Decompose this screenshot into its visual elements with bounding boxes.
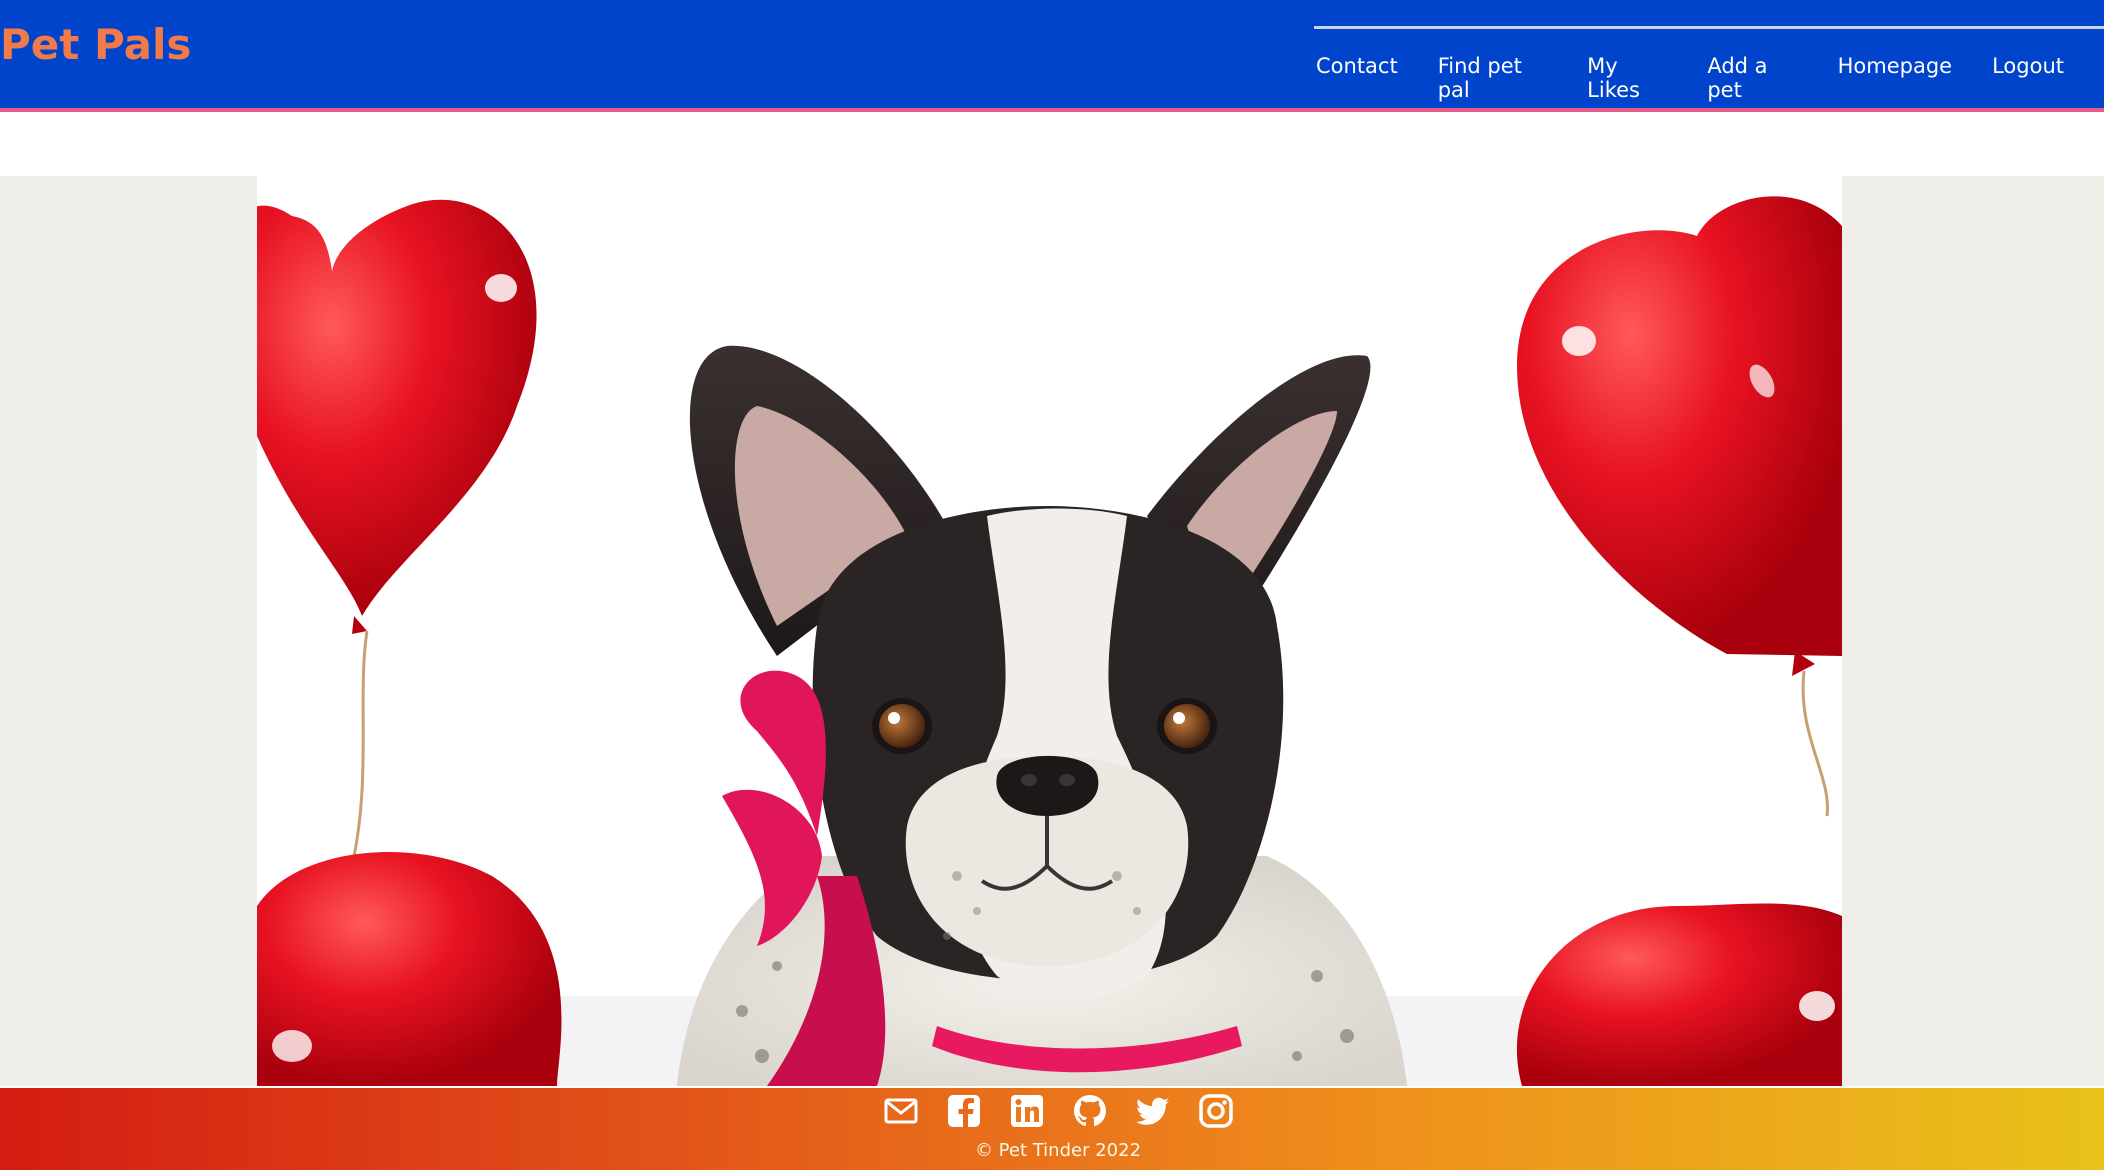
twitter-icon[interactable] (1134, 1092, 1172, 1130)
hero-image (257, 176, 1842, 1086)
instagram-icon[interactable] (1197, 1092, 1235, 1130)
mail-icon[interactable] (882, 1092, 920, 1130)
social-links (882, 1092, 1235, 1130)
nav-find-pet-pal[interactable]: Find pet pal (1438, 54, 1547, 102)
bulldog-balloons-illustration (257, 176, 1842, 1086)
nav-divider (1314, 26, 2104, 29)
brand-logo[interactable]: Pet Pals (0, 20, 191, 69)
nav-contact[interactable]: Contact (1316, 54, 1398, 102)
nav-homepage[interactable]: Homepage (1838, 54, 1952, 102)
nav-logout[interactable]: Logout (1992, 54, 2064, 102)
main-nav: Contact Find pet pal My Likes Add a pet … (1316, 54, 2104, 102)
linkedin-icon[interactable] (1008, 1092, 1046, 1130)
nav-my-likes[interactable]: My Likes (1587, 54, 1667, 102)
nav-add-a-pet[interactable]: Add a pet (1707, 54, 1797, 102)
facebook-icon[interactable] (945, 1092, 983, 1130)
github-icon[interactable] (1071, 1092, 1109, 1130)
copyright-text: © Pet Tinder 2022 (974, 1140, 1142, 1161)
site-header: Pet Pals Contact Find pet pal My Likes A… (0, 0, 2104, 112)
